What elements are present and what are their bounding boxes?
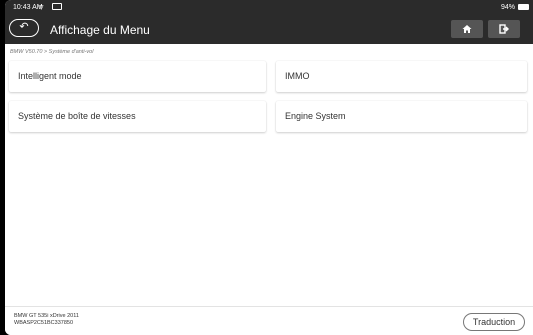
message-icon: [52, 3, 62, 10]
battery-icon: [518, 4, 529, 10]
menu-item-engine-system[interactable]: Engine System: [276, 101, 527, 132]
menu-item-gearbox-system[interactable]: Système de boîte de vitesses: [9, 101, 266, 132]
exit-icon: [499, 24, 509, 34]
home-button[interactable]: [451, 20, 483, 38]
footer-bar: BMW GT 535i xDrive 2011 WBASP2C51BC33785…: [5, 306, 533, 335]
exit-button[interactable]: [488, 20, 520, 38]
menu-item-intelligent-mode[interactable]: Intelligent mode: [9, 61, 266, 92]
home-icon: [462, 25, 472, 33]
translate-button[interactable]: Traduction: [463, 313, 525, 331]
page-title: Affichage du Menu: [50, 23, 150, 37]
back-button[interactable]: ↶: [9, 19, 39, 37]
menu-item-immo[interactable]: IMMO: [276, 61, 527, 92]
battery-level: 94%: [500, 4, 515, 11]
vehicle-vin: WBASP2C51BC337850: [14, 320, 74, 326]
vehicle-info: BMW GT 535i xDrive 2011 WBASP2C51BC33785…: [14, 313, 79, 327]
undo-icon: ↶: [19, 21, 29, 33]
vehicle-model: BMW GT 535i xDrive 2011: [14, 313, 79, 319]
breadcrumb: BMW V50.70 > Système d'anti-vol: [10, 49, 94, 55]
wifi-icon: ▿: [39, 2, 44, 12]
header-bar: ↶ Affichage du Menu: [5, 16, 533, 44]
status-bar: 10:43 AM ▿ 94%: [5, 0, 533, 16]
app-screen: 10:43 AM ▿ 94% ↶ Affichage du Menu BMW V…: [5, 0, 533, 335]
